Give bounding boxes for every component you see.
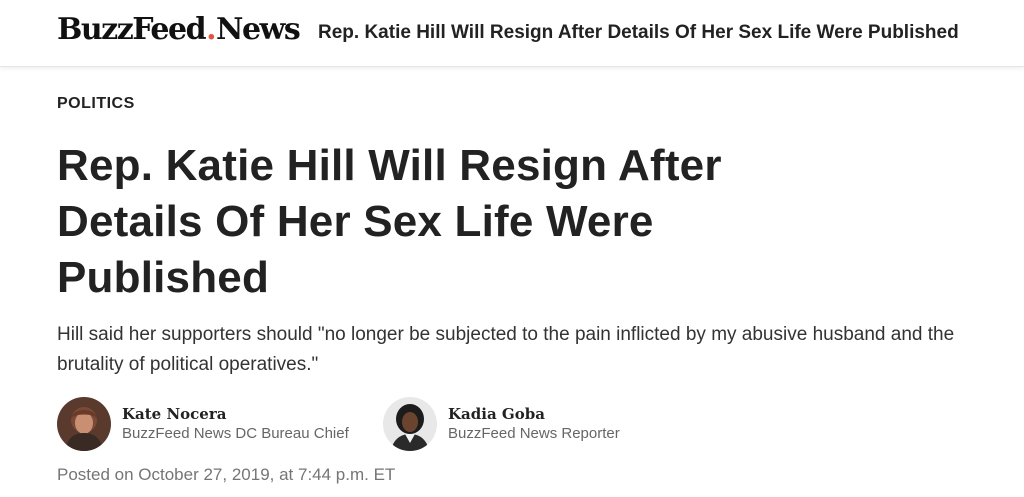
avatar[interactable] — [383, 397, 437, 451]
author-info: Kate Nocera BuzzFeed News DC Bureau Chie… — [122, 404, 349, 444]
author-name[interactable]: Kate Nocera — [122, 404, 349, 424]
buzzfeed-news-logo[interactable]: BuzzFeed.News — [57, 10, 301, 50]
avatar[interactable] — [57, 397, 111, 451]
author-role: BuzzFeed News Reporter — [448, 425, 620, 442]
article-title: Rep. Katie Hill Will Resign After Detail… — [57, 141, 722, 302]
publish-timestamp: Posted on October 27, 2019, at 7:44 p.m.… — [57, 465, 396, 484]
logo-text-sub: News — [216, 12, 301, 47]
category-label[interactable]: POLITICS — [57, 94, 135, 114]
author-byline[interactable]: Kadia Goba BuzzFeed News Reporter — [383, 397, 620, 451]
author-photo — [383, 397, 437, 451]
author-role: BuzzFeed News DC Bureau Chief — [122, 425, 349, 442]
author-photo — [57, 397, 111, 451]
author-name[interactable]: Kadia Goba — [448, 404, 620, 424]
logo-dot: . — [206, 12, 216, 47]
header-article-title: Rep. Katie Hill Will Resign After Detail… — [318, 22, 959, 43]
author-info: Kadia Goba BuzzFeed News Reporter — [448, 404, 620, 444]
site-header: BuzzFeed.News Rep. Katie Hill Will Resig… — [0, 0, 1024, 67]
author-byline[interactable]: Kate Nocera BuzzFeed News DC Bureau Chie… — [57, 397, 349, 451]
logo-text-main: BuzzFeed — [57, 12, 207, 47]
article-dek: Hill said her supporters should "no long… — [57, 324, 955, 375]
